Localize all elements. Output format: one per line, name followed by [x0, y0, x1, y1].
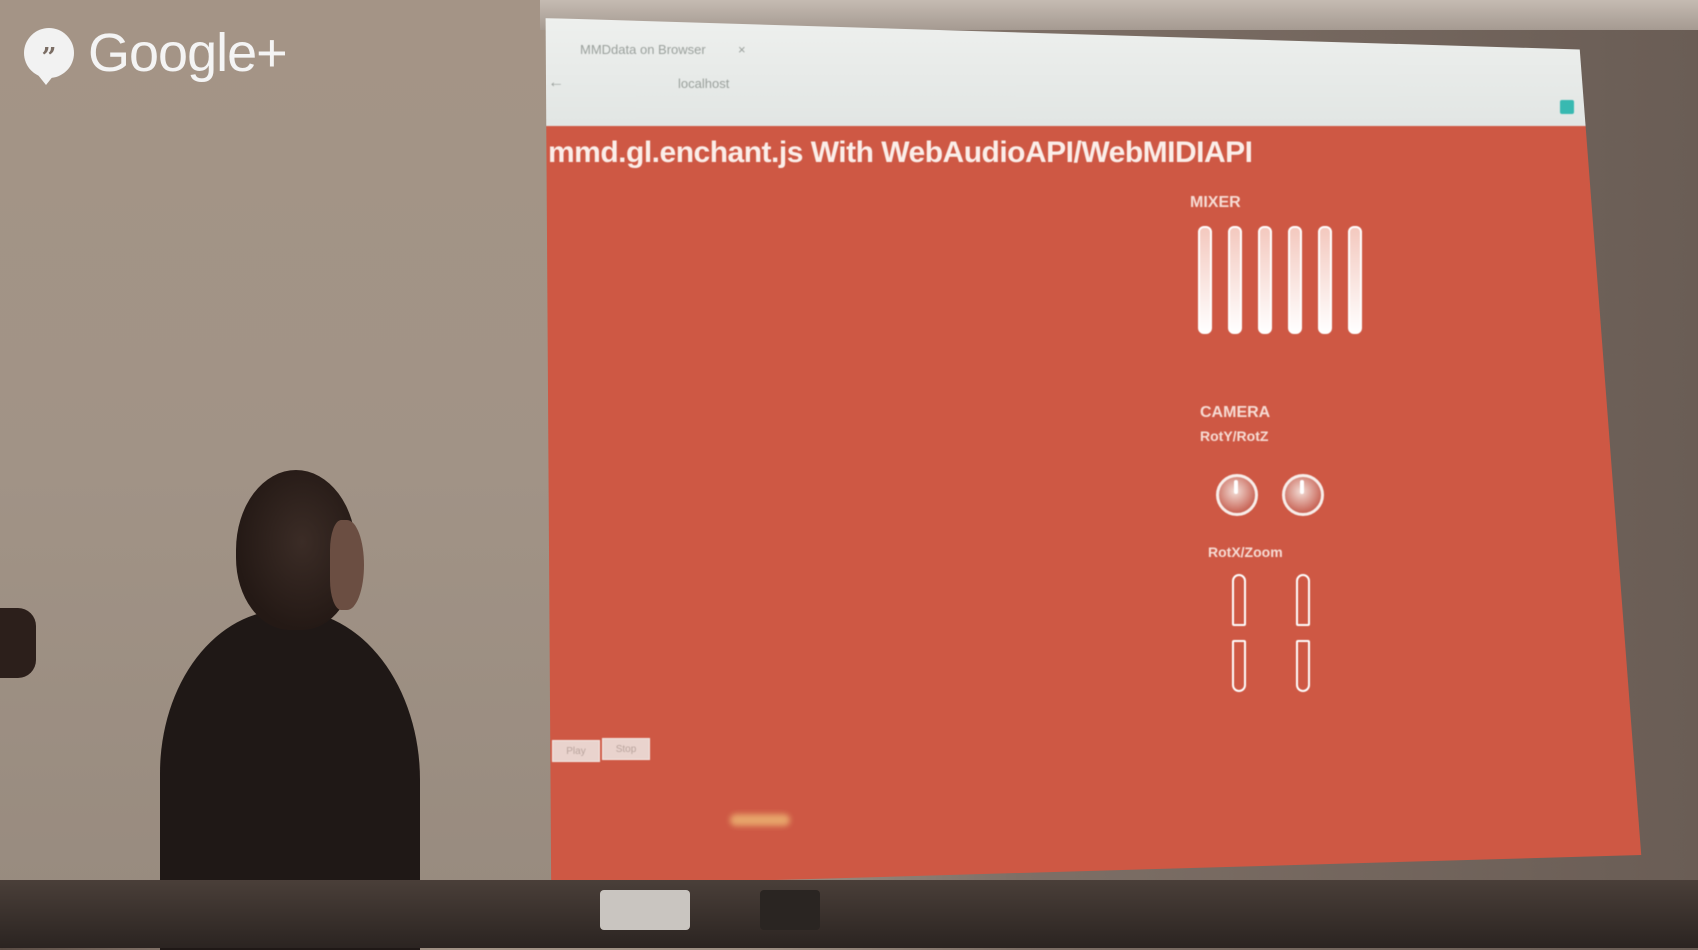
roty-knob[interactable] — [1216, 474, 1258, 516]
rotz-knob[interactable] — [1282, 474, 1324, 516]
screen-glow — [730, 814, 790, 826]
extension-icon[interactable] — [1560, 100, 1574, 114]
slider-lower-track — [1232, 640, 1246, 692]
play-button[interactable]: Play — [552, 740, 600, 762]
url-field[interactable]: localhost — [678, 76, 729, 91]
audience-shoulder — [0, 608, 36, 678]
google-plus-watermark: ” Google+ — [24, 22, 288, 85]
page-title: mmd.gl.enchant.js With WebAudioAPI/WebMI… — [548, 136, 1253, 169]
rotx-slider[interactable] — [1232, 574, 1246, 692]
browser-tab-title[interactable]: MMDdata on Browser — [580, 42, 706, 57]
back-icon[interactable]: ← — [548, 74, 564, 92]
mixer-fader-2[interactable] — [1228, 226, 1242, 334]
slider-lower-track — [1296, 640, 1310, 692]
zoom-slider[interactable] — [1296, 574, 1310, 692]
zoom-label: RotX/Zoom — [1208, 544, 1283, 560]
browser-chrome: MMDdata on Browser × ← localhost — [545, 18, 1642, 126]
mixer-fader-3[interactable] — [1258, 226, 1272, 334]
desk-object — [600, 890, 690, 930]
slider-upper-track — [1296, 574, 1310, 626]
mixer-fader-5[interactable] — [1318, 226, 1332, 334]
desk-device — [760, 890, 820, 930]
presenter-face — [330, 520, 364, 610]
presenter-silhouette — [160, 470, 420, 950]
stop-button[interactable]: Stop — [602, 738, 650, 760]
mixer-fader-4[interactable] — [1288, 226, 1302, 334]
brand-label: Google+ — [88, 23, 288, 83]
mixer-fader-6[interactable] — [1348, 226, 1362, 334]
mixer-fader-1[interactable] — [1198, 226, 1212, 334]
projected-screen: MMDdata on Browser × ← localhost mmd.gl.… — [545, 18, 1642, 887]
rot-label: RotY/RotZ — [1200, 428, 1269, 444]
camera-label: CAMERA — [1200, 404, 1271, 421]
tab-close-icon[interactable]: × — [738, 42, 746, 57]
quote-bubble-icon: ” — [24, 28, 74, 85]
mixer-label: MIXER — [1190, 194, 1241, 211]
slider-upper-track — [1232, 574, 1246, 626]
podium-foreground — [0, 880, 1698, 948]
